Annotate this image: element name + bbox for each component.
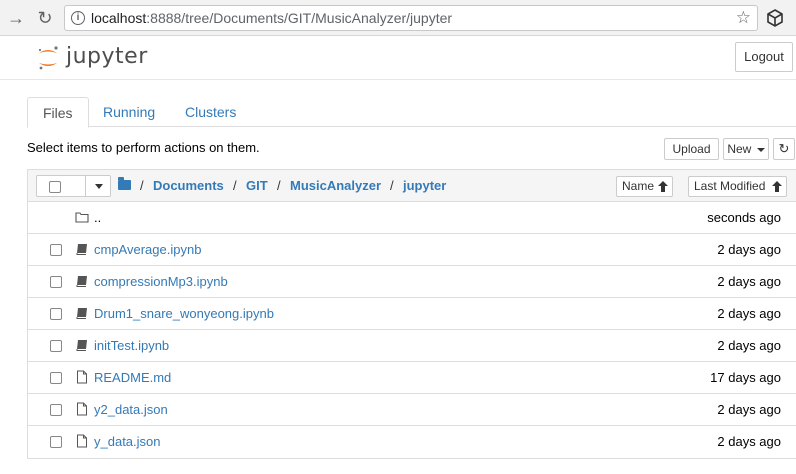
notebook-icon — [76, 340, 87, 351]
sort-name-label: Name — [622, 179, 655, 193]
bookmark-star-icon[interactable]: ☆ — [736, 8, 751, 28]
modified-time: 2 days ago — [717, 402, 781, 417]
list-item-parent-folder[interactable]: .. seconds ago — [28, 202, 796, 234]
file-name[interactable]: cmpAverage.ipynb — [94, 242, 201, 257]
sort-modified-label: Last Modified — [694, 179, 766, 193]
breadcrumb-separator: / — [277, 178, 281, 193]
breadcrumb-musicanalyzer[interactable]: MusicAnalyzer — [290, 178, 381, 193]
tab-bar: Files Running Clusters — [27, 97, 796, 128]
file-list-header: / Documents / GIT / MusicAnalyzer / jupy… — [28, 170, 796, 202]
row-checkbox[interactable] — [50, 340, 62, 352]
file-name[interactable]: compressionMp3.ipynb — [94, 274, 228, 289]
forward-arrow-icon[interactable]: → — [6, 8, 26, 28]
list-item[interactable]: README.md 17 days ago — [28, 362, 796, 394]
logo-text: jupyter — [66, 44, 148, 69]
modified-time: 2 days ago — [717, 274, 781, 289]
file-icon — [77, 370, 87, 384]
modified-time: 2 days ago — [717, 306, 781, 321]
new-label: New — [727, 142, 752, 156]
row-checkbox[interactable] — [50, 276, 62, 288]
jupyter-logo-icon — [38, 46, 58, 70]
breadcrumb-separator: / — [233, 178, 237, 193]
tab-clusters[interactable]: Clusters — [170, 97, 251, 127]
divider — [85, 176, 86, 196]
logout-button[interactable]: Logout — [735, 42, 793, 72]
url-host: localhost — [91, 10, 147, 26]
jupyter-logo[interactable]: jupyter — [36, 44, 148, 72]
info-icon[interactable]: i — [71, 11, 85, 25]
refresh-icon: ↻ — [778, 141, 790, 156]
file-name[interactable]: y_data.json — [94, 434, 161, 449]
file-name[interactable]: .. — [94, 210, 101, 225]
home-folder-icon[interactable] — [118, 177, 131, 190]
file-name[interactable]: Drum1_snare_wonyeong.ipynb — [94, 306, 274, 321]
notebook-icon — [76, 308, 87, 319]
tab-files[interactable]: Files — [27, 97, 89, 128]
select-all-checkbox[interactable] — [49, 181, 61, 193]
address-bar[interactable]: i localhost:8888/tree/Documents/GIT/Musi… — [64, 5, 758, 31]
breadcrumb-separator: / — [390, 178, 394, 193]
file-list: / Documents / GIT / MusicAnalyzer / jupy… — [27, 169, 796, 459]
list-item[interactable]: y_data.json 2 days ago — [28, 426, 796, 458]
modified-time: 2 days ago — [717, 338, 781, 353]
upload-button[interactable]: Upload — [664, 138, 719, 160]
row-checkbox[interactable] — [50, 372, 62, 384]
row-checkbox[interactable] — [50, 436, 62, 448]
modified-time: 17 days ago — [710, 370, 781, 385]
caret-down-icon[interactable] — [95, 184, 103, 189]
breadcrumb-jupyter[interactable]: jupyter — [403, 178, 446, 193]
file-name[interactable]: initTest.ipynb — [94, 338, 169, 353]
modified-time: seconds ago — [707, 210, 781, 225]
file-icon — [77, 434, 87, 448]
select-instructions: Select items to perform actions on them. — [27, 140, 260, 155]
notebook-icon — [76, 276, 87, 287]
sort-by-name-button[interactable]: Name — [616, 176, 673, 197]
list-item[interactable]: y2_data.json 2 days ago — [28, 394, 796, 426]
select-all-dropdown[interactable] — [36, 175, 111, 197]
list-item[interactable]: cmpAverage.ipynb 2 days ago — [28, 234, 796, 266]
notebook-icon — [76, 244, 87, 255]
folder-icon — [75, 212, 89, 223]
list-item[interactable]: compressionMp3.ipynb 2 days ago — [28, 266, 796, 298]
sort-by-modified-button[interactable]: Last Modified — [688, 176, 787, 197]
list-item[interactable]: Drum1_snare_wonyeong.ipynb 2 days ago — [28, 298, 796, 330]
file-icon — [77, 402, 87, 416]
file-name[interactable]: README.md — [94, 370, 171, 385]
list-item[interactable]: initTest.ipynb 2 days ago — [28, 330, 796, 362]
arrow-up-icon — [658, 181, 668, 192]
row-checkbox[interactable] — [50, 244, 62, 256]
reload-icon[interactable]: ↻ — [35, 8, 55, 28]
file-name[interactable]: y2_data.json — [94, 402, 168, 417]
new-dropdown-button[interactable]: New — [723, 138, 769, 160]
modified-time: 2 days ago — [717, 242, 781, 257]
breadcrumb-git[interactable]: GIT — [246, 178, 268, 193]
row-checkbox[interactable] — [50, 308, 62, 320]
arrow-up-icon — [772, 181, 782, 192]
tab-running[interactable]: Running — [88, 97, 170, 127]
refresh-button[interactable]: ↻ — [773, 138, 795, 160]
caret-down-icon — [756, 147, 765, 152]
url-path: :8888/tree/Documents/GIT/MusicAnalyzer/j… — [146, 10, 453, 26]
header-divider — [0, 79, 796, 80]
modified-time: 2 days ago — [717, 434, 781, 449]
extension-cube-icon[interactable] — [764, 7, 786, 29]
url-text[interactable]: localhost:8888/tree/Documents/GIT/MusicA… — [91, 10, 452, 26]
browser-toolbar: → ↻ i localhost:8888/tree/Documents/GIT/… — [0, 0, 796, 36]
breadcrumb-separator: / — [140, 178, 144, 193]
row-checkbox[interactable] — [50, 404, 62, 416]
breadcrumb-documents[interactable]: Documents — [153, 178, 224, 193]
